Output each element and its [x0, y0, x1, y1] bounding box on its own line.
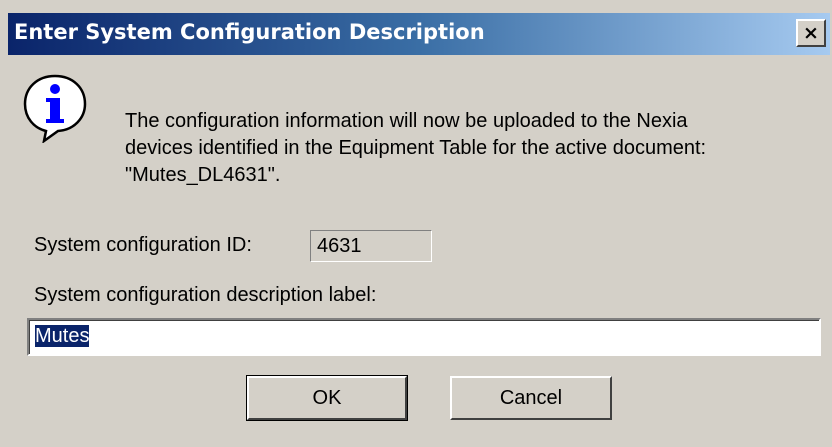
- description-label: System configuration description label:: [34, 284, 377, 306]
- config-id-field: 4631: [310, 230, 432, 262]
- description-value: Mutes: [35, 325, 90, 347]
- title-bar[interactable]: Enter System Configuration Description ×: [8, 13, 830, 55]
- message-line-2: devices identified in the Equipment Tabl…: [125, 137, 707, 159]
- close-button[interactable]: ×: [796, 19, 826, 47]
- message-text: The configuration information will now b…: [125, 108, 815, 189]
- cancel-button[interactable]: Cancel: [450, 376, 612, 420]
- message-line-1: The configuration information will now b…: [125, 110, 688, 132]
- cancel-button-label: Cancel: [499, 386, 563, 409]
- description-input[interactable]: Mutes: [27, 318, 821, 356]
- close-icon: ×: [803, 21, 819, 44]
- config-id-value: 4631: [317, 235, 362, 257]
- config-id-label: System configuration ID:: [34, 234, 252, 256]
- ok-button-label: OK: [312, 386, 342, 409]
- message-line-3: "Mutes_DL4631".: [125, 164, 281, 186]
- info-icon: [23, 74, 87, 143]
- dialog-window: Enter System Configuration Description ×…: [0, 0, 832, 447]
- dialog-title: Enter System Configuration Description: [14, 20, 485, 44]
- ok-button[interactable]: OK: [246, 375, 408, 421]
